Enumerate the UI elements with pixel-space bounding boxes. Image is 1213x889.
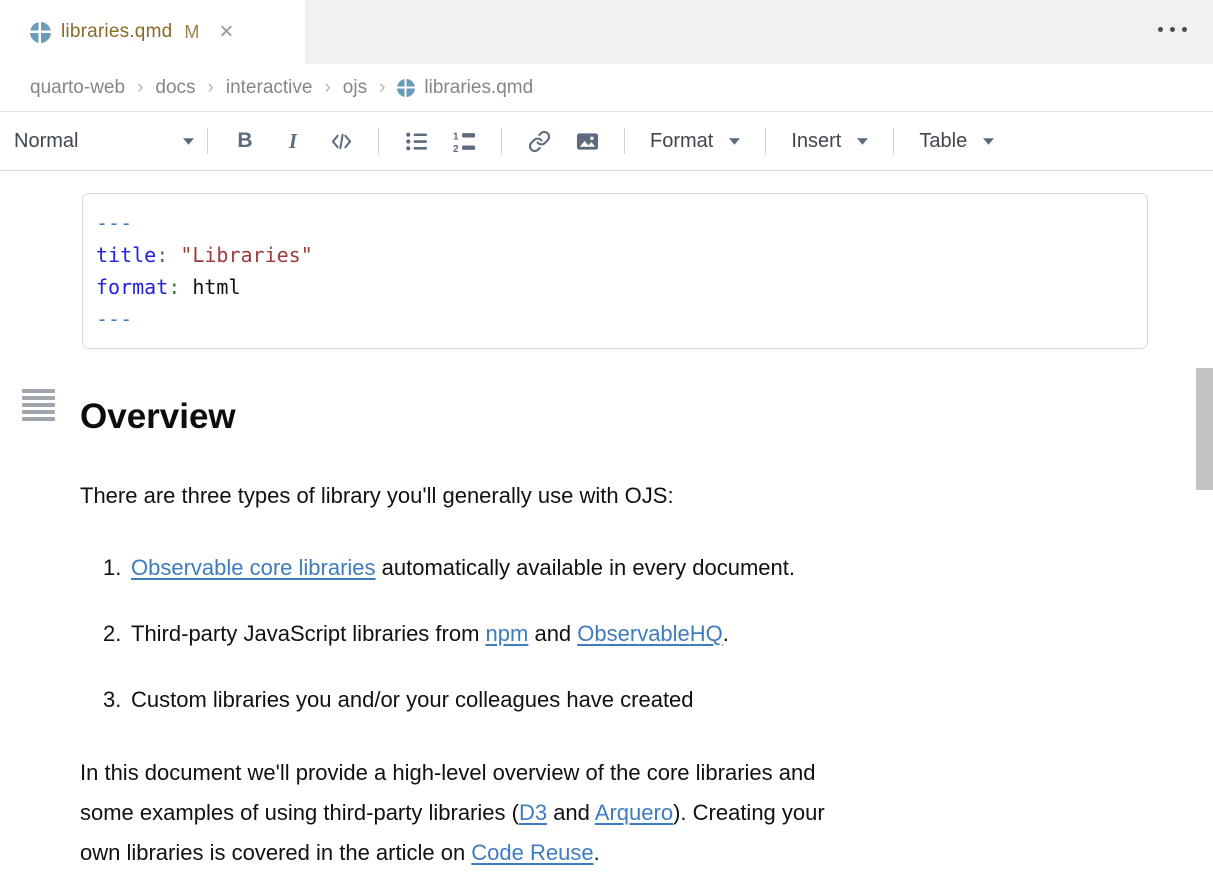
breadcrumb-file-label: libraries.qmd xyxy=(424,77,533,99)
breadcrumb-item-docs[interactable]: docs xyxy=(155,77,195,99)
list-number: 1. xyxy=(103,553,131,583)
tab-bar: libraries.qmd M × xyxy=(0,0,1213,64)
toolbar-divider xyxy=(207,128,208,154)
toolbar-divider xyxy=(624,128,625,154)
chevron-right-icon: › xyxy=(379,77,385,99)
format-menu[interactable]: Format xyxy=(638,121,752,161)
insert-menu[interactable]: Insert xyxy=(779,121,880,161)
tab-title: libraries.qmd xyxy=(61,21,172,43)
numbered-list-button[interactable]: 1 2 xyxy=(440,121,488,161)
breadcrumb-item-interactive[interactable]: interactive xyxy=(226,77,313,99)
svg-text:2: 2 xyxy=(453,144,459,153)
code-button[interactable] xyxy=(317,121,365,161)
list-item[interactable]: 1. Observable core libraries automatical… xyxy=(80,553,1150,583)
formatting-toolbar: Normal B I 1 2 xyxy=(0,112,1213,171)
breadcrumb-item-ojs[interactable]: ojs xyxy=(343,77,367,99)
yaml-front-matter-block[interactable]: --- title: "Libraries" format: html --- xyxy=(82,193,1148,349)
list-item-text: Observable core libraries automatically … xyxy=(131,553,795,583)
italic-button[interactable]: I xyxy=(269,121,317,161)
overflow-menu-icon[interactable] xyxy=(1158,27,1187,32)
quarto-icon xyxy=(397,79,415,97)
table-menu-label: Table xyxy=(919,130,967,153)
vertical-scrollbar-thumb[interactable] xyxy=(1196,368,1213,490)
style-selector-value: Normal xyxy=(14,130,78,153)
list-item-text: Custom libraries you and/or your colleag… xyxy=(131,685,694,715)
doc-text: and xyxy=(528,621,577,646)
doc-text: Custom libraries you and/or your colleag… xyxy=(131,687,694,712)
yaml-format-line: format: html xyxy=(96,271,1147,303)
doc-link[interactable]: Arquero xyxy=(595,800,673,825)
list-item[interactable]: 3. Custom libraries you and/or your coll… xyxy=(80,685,1150,715)
image-button[interactable] xyxy=(563,121,611,161)
chevron-right-icon: › xyxy=(137,77,143,99)
section-heading[interactable]: Overview xyxy=(80,395,1150,439)
insert-menu-label: Insert xyxy=(791,130,841,153)
document-body: --- title: "Libraries" format: html --- … xyxy=(0,193,1213,873)
doc-text: . xyxy=(723,621,729,646)
toolbar-divider xyxy=(893,128,894,154)
yaml-fence-line: --- xyxy=(96,207,1147,239)
ordered-list: 1. Observable core libraries automatical… xyxy=(80,553,1150,715)
chevron-down-icon xyxy=(183,138,194,145)
doc-text: automatically available in every documen… xyxy=(376,555,795,580)
list-number: 3. xyxy=(103,685,131,715)
table-menu[interactable]: Table xyxy=(907,121,1006,161)
outline-toggle-button[interactable] xyxy=(22,389,55,424)
chevron-down-icon xyxy=(857,138,868,145)
doc-link[interactable]: D3 xyxy=(519,800,547,825)
chevron-down-icon xyxy=(729,138,740,145)
chevron-right-icon: › xyxy=(208,77,214,99)
paragraph-style-selector[interactable]: Normal xyxy=(14,130,194,153)
bold-button[interactable]: B xyxy=(221,121,269,161)
modified-badge: M xyxy=(184,22,199,43)
toolbar-divider xyxy=(378,128,379,154)
doc-link[interactable]: npm xyxy=(486,621,529,646)
list-item[interactable]: 2. Third-party JavaScript libraries from… xyxy=(80,619,1150,649)
doc-text: . xyxy=(594,840,600,865)
close-icon[interactable]: × xyxy=(219,20,233,44)
list-number: 2. xyxy=(103,619,131,649)
yaml-fence-line: --- xyxy=(96,303,1147,335)
bullet-list-button[interactable] xyxy=(392,121,440,161)
editor-canvas: --- title: "Libraries" format: html --- … xyxy=(0,193,1213,889)
doc-link[interactable]: Observable core libraries xyxy=(131,555,376,580)
breadcrumb-item-quarto-web[interactable]: quarto-web xyxy=(30,77,125,99)
yaml-title-line: title: "Libraries" xyxy=(96,239,1147,271)
doc-link[interactable]: Code Reuse xyxy=(471,840,593,865)
toolbar-divider xyxy=(501,128,502,154)
tab-libraries-qmd[interactable]: libraries.qmd M × xyxy=(0,0,305,64)
breadcrumb-item-libraries-qmd[interactable]: libraries.qmd xyxy=(397,77,533,99)
intro-paragraph[interactable]: There are three types of library you'll … xyxy=(80,481,1150,511)
doc-link[interactable]: ObservableHQ xyxy=(577,621,723,646)
editor-window: libraries.qmd M × quarto-web › docs › in… xyxy=(0,0,1213,889)
quarto-icon xyxy=(30,22,51,43)
chevron-down-icon xyxy=(983,138,994,145)
chevron-right-icon: › xyxy=(324,77,330,99)
toolbar-divider xyxy=(765,128,766,154)
doc-text: and xyxy=(547,800,595,825)
format-menu-label: Format xyxy=(650,130,713,153)
breadcrumb: quarto-web › docs › interactive › ojs › … xyxy=(0,64,1213,112)
doc-text: Third-party JavaScript libraries from xyxy=(131,621,486,646)
outro-paragraph[interactable]: In this document we'll provide a high-le… xyxy=(80,753,1150,873)
link-button[interactable] xyxy=(515,121,563,161)
list-item-text: Third-party JavaScript libraries from np… xyxy=(131,619,729,649)
svg-text:1: 1 xyxy=(453,131,459,142)
